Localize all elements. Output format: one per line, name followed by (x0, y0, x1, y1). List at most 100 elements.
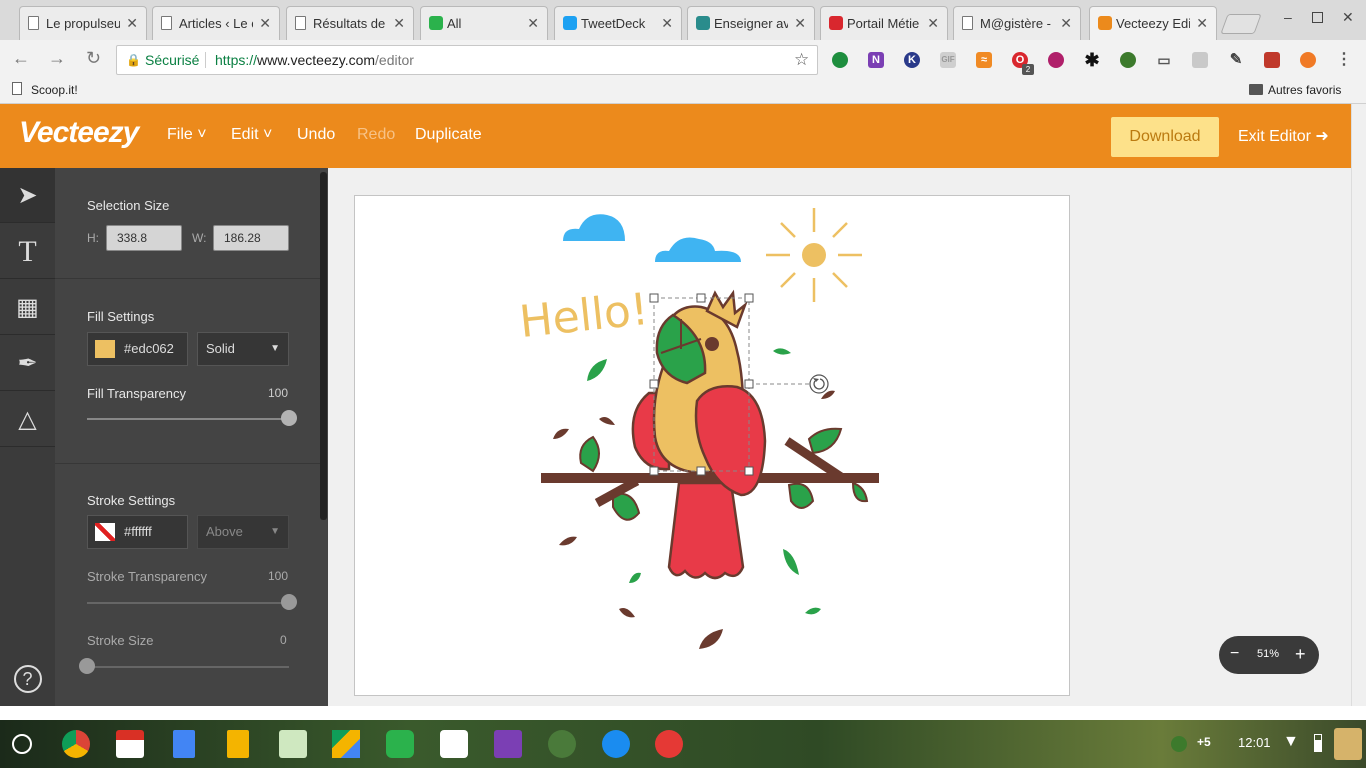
browser-tab[interactable]: Enseigner av ✕ (687, 6, 815, 40)
new-tab-button[interactable] (1220, 14, 1262, 34)
extension-icon[interactable] (832, 52, 848, 68)
reload-icon[interactable]: ↻ (86, 48, 101, 69)
browser-tab[interactable]: Résultats de ✕ (286, 6, 414, 40)
wifi-icon[interactable]: ▼ (1283, 733, 1299, 751)
close-tab-icon[interactable]: ✕ (126, 15, 138, 32)
k-icon[interactable]: K (904, 52, 920, 68)
tray-badge[interactable]: +5 (1197, 735, 1211, 749)
file-menu[interactable]: File ˅ (167, 126, 207, 144)
back-icon[interactable]: ← (12, 48, 30, 69)
stroke-transparency-slider[interactable] (87, 602, 289, 604)
user-avatar[interactable] (1334, 728, 1362, 760)
panel-scrollbar[interactable] (320, 172, 327, 520)
maximize-icon[interactable] (1312, 12, 1323, 23)
close-window-icon[interactable]: ✕ (1342, 9, 1354, 26)
play-store-icon[interactable] (440, 730, 468, 758)
text-tool[interactable]: T (0, 224, 55, 279)
twitter-icon (563, 16, 577, 30)
shapes-tool[interactable]: △ (0, 392, 55, 447)
browser-tab[interactable]: TweetDeck ✕ (554, 6, 682, 40)
gallery-icon[interactable] (655, 730, 683, 758)
pen-tool[interactable]: ✒ (0, 336, 55, 391)
undo-button[interactable]: Undo (297, 126, 335, 144)
docs-icon[interactable] (173, 730, 195, 758)
turtle-icon[interactable] (1120, 52, 1136, 68)
chrome-icon[interactable] (62, 730, 90, 758)
launcher-icon[interactable] (12, 734, 32, 754)
clock[interactable]: 12:01 (1238, 735, 1271, 750)
artboard[interactable]: Hello! (354, 195, 1070, 696)
download-button[interactable]: Download (1111, 117, 1219, 157)
browser-tab[interactable]: M@gistère - / ✕ (953, 6, 1081, 40)
gif-icon[interactable]: GIF (940, 52, 956, 68)
battery-icon[interactable] (1314, 734, 1322, 752)
duplicate-button[interactable]: Duplicate (415, 126, 482, 144)
forward-icon[interactable]: → (48, 48, 66, 69)
transform-tool[interactable]: ▦ (0, 280, 55, 335)
close-tab-icon[interactable]: ✕ (527, 15, 539, 32)
vecteezy-logo[interactable]: Vecteezy (19, 116, 139, 150)
book-icon[interactable] (1264, 52, 1280, 68)
page-scrollbar[interactable] (1351, 104, 1366, 706)
browser-tab[interactable]: All ✕ (420, 6, 548, 40)
close-tab-icon[interactable]: ✕ (927, 15, 939, 32)
stroke-position-select[interactable]: Above ▼ (197, 515, 289, 549)
close-tab-icon[interactable]: ✕ (1060, 15, 1072, 32)
onenote-icon[interactable] (494, 730, 522, 758)
rss-icon[interactable]: ≈ (976, 52, 992, 68)
browser-tab[interactable]: Vecteezy Edi ✕ (1089, 6, 1217, 40)
zoom-out-button[interactable]: − (1230, 645, 1239, 663)
fill-type-select[interactable]: Solid ▼ (197, 332, 289, 366)
fill-transparency-knob[interactable] (281, 410, 297, 426)
cast-icon[interactable]: ▭ (1156, 52, 1172, 68)
close-tab-icon[interactable]: ✕ (259, 15, 271, 32)
orange-extension-icon[interactable] (1300, 52, 1316, 68)
stroke-color-picker[interactable]: #ffffff (87, 515, 188, 549)
tray-turtle-icon[interactable] (1171, 736, 1187, 752)
minimize-icon[interactable]: – (1284, 9, 1292, 25)
redo-button[interactable]: Redo (357, 126, 395, 144)
help-button[interactable]: ? (0, 650, 55, 705)
height-input[interactable]: 338.8 (106, 225, 182, 251)
stroke-settings-title: Stroke Settings (87, 493, 176, 508)
width-input[interactable]: 186.28 (213, 225, 289, 251)
browser-tab[interactable]: Le propulseu ✕ (19, 6, 147, 40)
exit-editor-button[interactable]: Exit Editor ➜ (1238, 126, 1329, 146)
browser-tab[interactable]: Articles ‹ Le c ✕ (152, 6, 280, 40)
arrow-right-icon: ➜ (1315, 128, 1329, 145)
stroke-size-slider[interactable] (87, 666, 289, 668)
pen-icon[interactable]: ✎ (1228, 52, 1244, 68)
stroke-size-knob[interactable] (79, 658, 95, 674)
close-tab-icon[interactable]: ✕ (794, 15, 806, 32)
bookmark-other[interactable]: Autres favoris (1268, 83, 1341, 97)
stroke-transparency-knob[interactable] (281, 594, 297, 610)
select-tool[interactable]: ➤ (0, 168, 55, 223)
gmail-icon[interactable] (116, 730, 144, 758)
address-bar[interactable]: 🔒 Sécurisé https://www.vecteezy.com/edit… (116, 45, 818, 75)
fill-transparency-slider[interactable] (87, 418, 289, 420)
edit-menu[interactable]: Edit ˅ (231, 126, 272, 144)
box-icon[interactable] (1192, 52, 1208, 68)
zoom-in-button[interactable]: + (1295, 644, 1306, 665)
star-icon[interactable]: ☆ (794, 46, 809, 74)
asterisk-icon[interactable]: ✱ (1084, 51, 1100, 69)
e-icon (696, 16, 710, 30)
drive-icon[interactable] (332, 730, 360, 758)
menu-icon[interactable]: ⋮ (1336, 52, 1352, 68)
turtle-app-icon[interactable] (548, 730, 576, 758)
leaf (773, 348, 791, 355)
onenote-icon[interactable]: N (868, 52, 884, 68)
files-icon[interactable] (602, 730, 630, 758)
fill-color-picker[interactable]: #edc062 (87, 332, 188, 366)
url-text[interactable]: https://www.vecteezy.com/editor (215, 46, 414, 74)
circle-icon[interactable] (1048, 52, 1064, 68)
bookmark-scoopit[interactable]: Scoop.it! (31, 83, 78, 97)
slides-icon[interactable] (227, 730, 249, 758)
close-tab-icon[interactable]: ✕ (661, 15, 673, 32)
leaf (579, 435, 600, 473)
browser-tab[interactable]: Portail Métie ✕ (820, 6, 948, 40)
close-tab-icon[interactable]: ✕ (393, 15, 405, 32)
feedly-icon[interactable] (386, 730, 414, 758)
close-tab-icon[interactable]: ✕ (1196, 15, 1208, 32)
sway-icon[interactable] (279, 730, 307, 758)
